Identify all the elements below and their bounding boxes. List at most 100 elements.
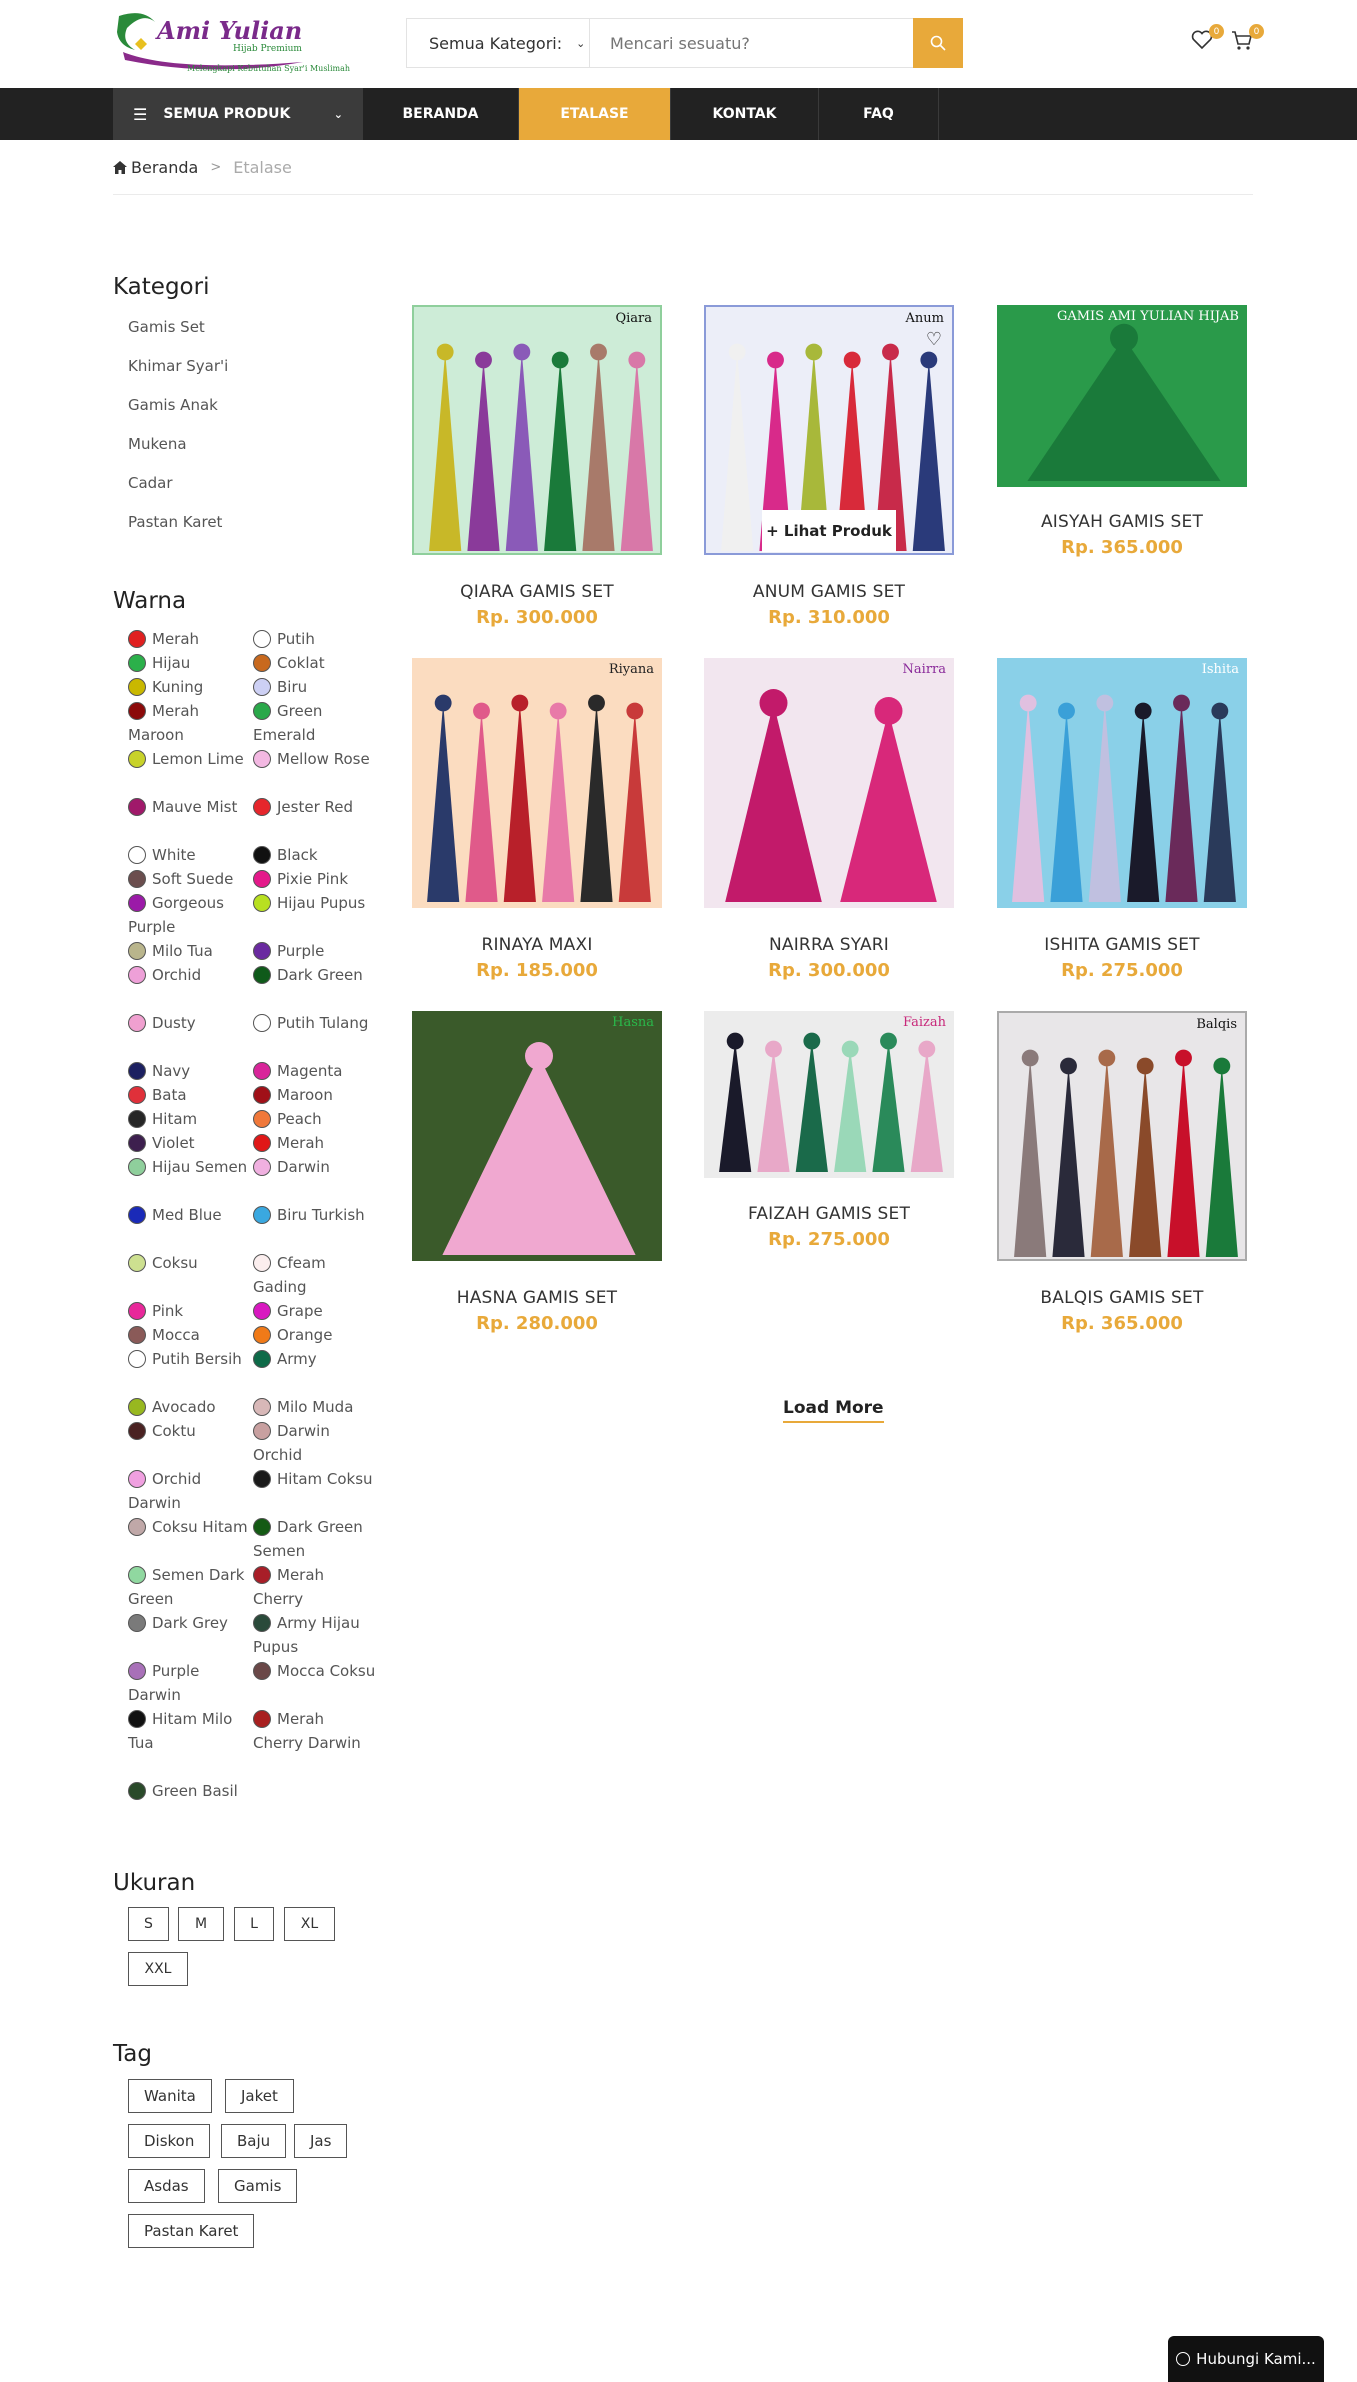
color-option[interactable]: White [128, 843, 253, 867]
product-image[interactable]: Faizah [704, 1011, 954, 1178]
color-option[interactable]: Mellow Rose [253, 747, 378, 795]
color-option[interactable]: Coksu [128, 1251, 253, 1299]
color-option[interactable]: Hitam Coksu [253, 1467, 378, 1515]
color-option[interactable]: Hijau Semen [128, 1155, 253, 1203]
tag-item[interactable]: Asdas [128, 2169, 205, 2203]
nav-beranda[interactable]: BERANDA [363, 88, 519, 140]
tag-item[interactable]: Jaket [225, 2079, 294, 2113]
color-option[interactable]: Dark Green [253, 963, 378, 1011]
color-option[interactable]: Pink [128, 1299, 253, 1323]
product-image[interactable]: Riyana [412, 658, 662, 908]
product-name[interactable]: HASNA GAMIS SET [412, 1288, 662, 1308]
color-option[interactable]: Darwin [253, 1155, 378, 1203]
color-option[interactable]: Biru Turkish [253, 1203, 378, 1251]
product-name[interactable]: FAIZAH GAMIS SET [704, 1204, 954, 1224]
color-option[interactable]: Soft Suede [128, 867, 253, 891]
color-option[interactable]: Maroon [253, 1083, 378, 1107]
color-option[interactable]: Purple [253, 939, 378, 963]
color-option[interactable]: Coksu Hitam [128, 1515, 253, 1563]
nav-etalase[interactable]: ETALASE [519, 88, 671, 140]
color-option[interactable]: Peach [253, 1107, 378, 1131]
category-item[interactable]: Gamis Set [128, 318, 228, 357]
nav-kontak[interactable]: KONTAK [671, 88, 819, 140]
color-option[interactable]: Coktu [128, 1419, 253, 1467]
color-option[interactable]: Magenta [253, 1059, 378, 1083]
color-option[interactable]: Dark Grey [128, 1611, 253, 1659]
color-option[interactable]: Orchid Darwin [128, 1467, 253, 1515]
product-image[interactable]: GAMIS AMI YULIAN HIJAB [997, 305, 1247, 487]
size-option-m[interactable]: M [178, 1907, 224, 1941]
color-option[interactable]: Purple Darwin [128, 1659, 253, 1707]
size-option-xxl[interactable]: XXL [128, 1952, 188, 1986]
color-option[interactable]: Kuning [128, 675, 253, 699]
color-option[interactable]: Gorgeous Purple [128, 891, 253, 939]
cart-button[interactable]: 0 [1230, 24, 1264, 56]
color-option[interactable]: Putih Tulang [253, 1011, 378, 1059]
color-option[interactable]: Orange [253, 1323, 378, 1347]
color-option[interactable]: Mauve Mist [128, 795, 253, 843]
color-option[interactable]: Lemon Lime [128, 747, 253, 795]
color-option[interactable]: Hijau [128, 651, 253, 675]
color-option[interactable]: Navy [128, 1059, 253, 1083]
color-option[interactable]: Milo Tua [128, 939, 253, 963]
color-option[interactable]: Merah [128, 627, 253, 651]
tag-item[interactable]: Diskon [128, 2124, 211, 2158]
tag-item[interactable]: Wanita [128, 2079, 212, 2113]
color-option[interactable]: Putih Bersih [128, 1347, 253, 1395]
tag-item[interactable]: Jas [294, 2124, 348, 2158]
color-option[interactable]: Coklat [253, 651, 378, 675]
size-option-s[interactable]: S [128, 1907, 169, 1941]
wishlist-heart-icon[interactable]: ♡ [926, 329, 942, 350]
color-option[interactable]: Bata [128, 1083, 253, 1107]
product-name[interactable]: QIARA GAMIS SET [412, 582, 662, 602]
quick-view-button[interactable]: + Lihat Produk [762, 510, 896, 552]
load-more-button[interactable]: Load More [783, 1398, 884, 1423]
product-image[interactable]: Nairra [704, 658, 954, 908]
product-name[interactable]: AISYAH GAMIS SET [997, 512, 1247, 532]
wishlist-button[interactable]: 0 [1190, 24, 1224, 56]
category-select[interactable]: Semua Kategori: ⌄ [407, 19, 590, 67]
color-option[interactable]: Merah Cherry Darwin [253, 1707, 378, 1779]
tag-item[interactable]: Baju [221, 2124, 287, 2158]
color-option[interactable]: Black [253, 843, 378, 867]
color-option[interactable]: Med Blue [128, 1203, 253, 1251]
search-input[interactable] [590, 19, 913, 67]
color-option[interactable]: Biru [253, 675, 378, 699]
color-option[interactable]: Putih [253, 627, 378, 651]
product-name[interactable]: ANUM GAMIS SET [704, 582, 954, 602]
color-option[interactable]: Dark Green Semen [253, 1515, 378, 1563]
size-option-l[interactable]: L [234, 1907, 274, 1941]
category-item[interactable]: Khimar Syar'i [128, 357, 228, 396]
color-option[interactable]: Mocca Coksu [253, 1659, 378, 1707]
product-image[interactable]: Ishita [997, 658, 1247, 908]
product-name[interactable]: BALQIS GAMIS SET [997, 1288, 1247, 1308]
color-option[interactable]: Hitam Milo Tua [128, 1707, 253, 1779]
breadcrumb-home[interactable]: Beranda [113, 158, 198, 177]
category-item[interactable]: Cadar [128, 474, 228, 513]
category-item[interactable]: Gamis Anak [128, 396, 228, 435]
color-option[interactable]: Pixie Pink [253, 867, 378, 891]
contact-whatsapp-button[interactable]: Hubungi Kami... [1168, 2336, 1324, 2382]
color-option[interactable]: Merah Cherry [253, 1563, 378, 1611]
color-option[interactable]: Grape [253, 1299, 378, 1323]
color-option[interactable]: Hijau Pupus [253, 891, 378, 939]
color-option[interactable]: Jester Red [253, 795, 378, 843]
color-option[interactable]: Milo Muda [253, 1395, 378, 1419]
color-option[interactable]: Mocca [128, 1323, 253, 1347]
color-option[interactable]: Darwin Orchid [253, 1419, 378, 1467]
product-image[interactable]: Balqis [997, 1011, 1247, 1261]
product-image[interactable]: Qiara [412, 305, 662, 555]
search-button[interactable] [913, 18, 963, 68]
color-option[interactable]: Merah [253, 1131, 378, 1155]
category-item[interactable]: Pastan Karet [128, 513, 228, 552]
color-option[interactable]: Green Emerald [253, 699, 378, 747]
product-image[interactable]: Hasna [412, 1011, 662, 1261]
color-option[interactable]: Orchid [128, 963, 253, 1011]
color-option[interactable]: Merah Maroon [128, 699, 253, 747]
product-name[interactable]: ISHITA GAMIS SET [997, 935, 1247, 955]
site-logo[interactable]: Ami Yulian Hijab Premium Melengkapi Kebu… [113, 6, 350, 82]
nav-faq[interactable]: FAQ [819, 88, 939, 140]
color-option[interactable]: Army Hijau Pupus [253, 1611, 378, 1659]
tag-item[interactable]: Pastan Karet [128, 2214, 255, 2248]
color-option[interactable]: Green Basil [128, 1779, 268, 1827]
